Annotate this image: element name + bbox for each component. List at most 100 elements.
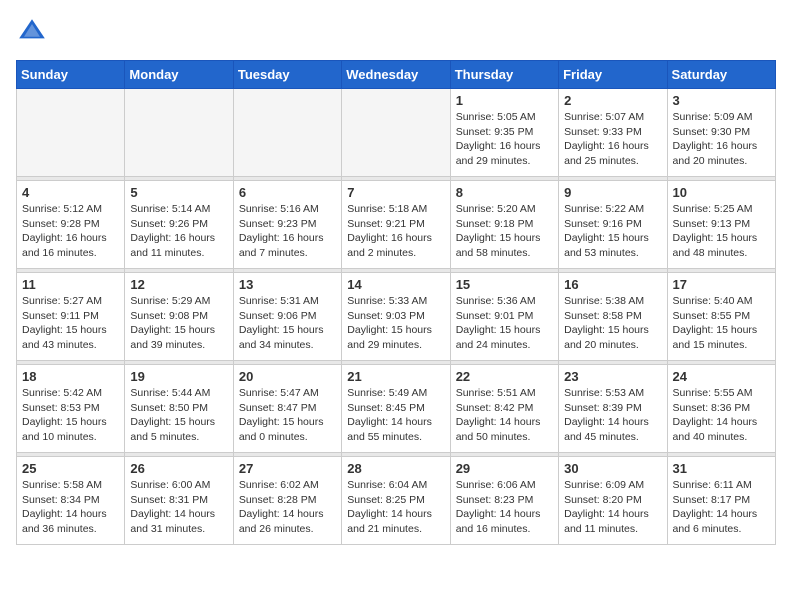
calendar-cell: 31Sunrise: 6:11 AM Sunset: 8:17 PM Dayli… [667, 457, 775, 545]
day-info: Sunrise: 6:04 AM Sunset: 8:25 PM Dayligh… [347, 478, 444, 537]
page-header [16, 16, 776, 48]
day-info: Sunrise: 5:33 AM Sunset: 9:03 PM Dayligh… [347, 294, 444, 353]
calendar-week-row: 4 Sunrise: 5:12 AM Sunset: 9:28 PM Daylig… [17, 181, 776, 269]
logo-icon [16, 16, 48, 48]
day-number: 19 [130, 369, 227, 384]
day-info: Sunrise: 5:05 AM Sunset: 9:35 PM Dayligh… [456, 110, 553, 169]
calendar-cell: 11 Sunrise: 5:27 AM Sunset: 9:11 PM Dayli… [17, 273, 125, 361]
weekday-header-sunday: Sunday [17, 61, 125, 89]
day-number: 7 [347, 185, 444, 200]
day-number: 4 [22, 185, 119, 200]
day-info: Sunrise: 5:20 AM Sunset: 9:18 PM Dayligh… [456, 202, 553, 261]
day-info: Sunrise: 5:49 AM Sunset: 8:45 PM Dayligh… [347, 386, 444, 445]
day-number: 15 [456, 277, 553, 292]
day-number: 23 [564, 369, 661, 384]
calendar-cell: 7 Sunrise: 5:18 AM Sunset: 9:21 PM Daylig… [342, 181, 450, 269]
logo [16, 16, 52, 48]
day-number: 14 [347, 277, 444, 292]
day-number: 11 [22, 277, 119, 292]
day-info: Sunrise: 5:36 AM Sunset: 9:01 PM Dayligh… [456, 294, 553, 353]
day-info: Sunrise: 5:16 AM Sunset: 9:23 PM Dayligh… [239, 202, 336, 261]
day-info: Sunrise: 5:55 AM Sunset: 8:36 PM Dayligh… [673, 386, 770, 445]
weekday-header-monday: Monday [125, 61, 233, 89]
weekday-header-friday: Friday [559, 61, 667, 89]
calendar-cell: 14 Sunrise: 5:33 AM Sunset: 9:03 PM Dayli… [342, 273, 450, 361]
calendar-cell: 5 Sunrise: 5:14 AM Sunset: 9:26 PM Daylig… [125, 181, 233, 269]
day-number: 5 [130, 185, 227, 200]
day-info: Sunrise: 5:42 AM Sunset: 8:53 PM Dayligh… [22, 386, 119, 445]
day-info: Sunrise: 6:11 AM Sunset: 8:17 PM Dayligh… [673, 478, 770, 537]
day-number: 20 [239, 369, 336, 384]
day-info: Sunrise: 5:22 AM Sunset: 9:16 PM Dayligh… [564, 202, 661, 261]
day-info: Sunrise: 6:06 AM Sunset: 8:23 PM Dayligh… [456, 478, 553, 537]
day-number: 27 [239, 461, 336, 476]
calendar-cell: 19 Sunrise: 5:44 AM Sunset: 8:50 PM Dayli… [125, 365, 233, 453]
calendar-week-row: 18Sunrise: 5:42 AM Sunset: 8:53 PM Dayli… [17, 365, 776, 453]
day-number: 28 [347, 461, 444, 476]
weekday-header-saturday: Saturday [667, 61, 775, 89]
day-info: Sunrise: 5:12 AM Sunset: 9:28 PM Dayligh… [22, 202, 119, 261]
day-info: Sunrise: 6:02 AM Sunset: 8:28 PM Dayligh… [239, 478, 336, 537]
day-info: Sunrise: 5:25 AM Sunset: 9:13 PM Dayligh… [673, 202, 770, 261]
calendar-cell: 8 Sunrise: 5:20 AM Sunset: 9:18 PM Daylig… [450, 181, 558, 269]
day-number: 26 [130, 461, 227, 476]
day-info: Sunrise: 5:18 AM Sunset: 9:21 PM Dayligh… [347, 202, 444, 261]
day-info: Sunrise: 5:07 AM Sunset: 9:33 PM Dayligh… [564, 110, 661, 169]
day-info: Sunrise: 6:09 AM Sunset: 8:20 PM Dayligh… [564, 478, 661, 537]
day-number: 25 [22, 461, 119, 476]
day-info: Sunrise: 5:53 AM Sunset: 8:39 PM Dayligh… [564, 386, 661, 445]
day-info: Sunrise: 5:47 AM Sunset: 8:47 PM Dayligh… [239, 386, 336, 445]
day-number: 21 [347, 369, 444, 384]
day-info: Sunrise: 5:29 AM Sunset: 9:08 PM Dayligh… [130, 294, 227, 353]
calendar-cell: 30 Sunrise: 6:09 AM Sunset: 8:20 PM Dayli… [559, 457, 667, 545]
day-info: Sunrise: 5:58 AM Sunset: 8:34 PM Dayligh… [22, 478, 119, 537]
day-number: 29 [456, 461, 553, 476]
day-info: Sunrise: 5:44 AM Sunset: 8:50 PM Dayligh… [130, 386, 227, 445]
calendar-cell: 29 Sunrise: 6:06 AM Sunset: 8:23 PM Dayli… [450, 457, 558, 545]
day-info: Sunrise: 6:00 AM Sunset: 8:31 PM Dayligh… [130, 478, 227, 537]
day-info: Sunrise: 5:40 AM Sunset: 8:55 PM Dayligh… [673, 294, 770, 353]
day-number: 8 [456, 185, 553, 200]
calendar-cell: 27 Sunrise: 6:02 AM Sunset: 8:28 PM Dayli… [233, 457, 341, 545]
calendar-cell: 12 Sunrise: 5:29 AM Sunset: 9:08 PM Dayli… [125, 273, 233, 361]
day-number: 13 [239, 277, 336, 292]
day-number: 10 [673, 185, 770, 200]
calendar-cell: 10 Sunrise: 5:25 AM Sunset: 9:13 PM Dayli… [667, 181, 775, 269]
day-number: 24 [673, 369, 770, 384]
weekday-header-wednesday: Wednesday [342, 61, 450, 89]
day-number: 22 [456, 369, 553, 384]
day-info: Sunrise: 5:51 AM Sunset: 8:42 PM Dayligh… [456, 386, 553, 445]
calendar-cell: 24 Sunrise: 5:55 AM Sunset: 8:36 PM Dayli… [667, 365, 775, 453]
calendar-cell: 20 Sunrise: 5:47 AM Sunset: 8:47 PM Dayli… [233, 365, 341, 453]
calendar-cell: 3Sunrise: 5:09 AM Sunset: 9:30 PM Daylig… [667, 89, 775, 177]
calendar-cell: 15 Sunrise: 5:36 AM Sunset: 9:01 PM Dayli… [450, 273, 558, 361]
calendar-cell: 22 Sunrise: 5:51 AM Sunset: 8:42 PM Dayli… [450, 365, 558, 453]
day-info: Sunrise: 5:27 AM Sunset: 9:11 PM Dayligh… [22, 294, 119, 353]
day-number: 16 [564, 277, 661, 292]
day-info: Sunrise: 5:14 AM Sunset: 9:26 PM Dayligh… [130, 202, 227, 261]
calendar-cell: 6 Sunrise: 5:16 AM Sunset: 9:23 PM Daylig… [233, 181, 341, 269]
calendar-header-row: SundayMondayTuesdayWednesdayThursdayFrid… [17, 61, 776, 89]
weekday-header-thursday: Thursday [450, 61, 558, 89]
day-info: Sunrise: 5:31 AM Sunset: 9:06 PM Dayligh… [239, 294, 336, 353]
calendar-cell: 28 Sunrise: 6:04 AM Sunset: 8:25 PM Dayli… [342, 457, 450, 545]
calendar-week-row: 11 Sunrise: 5:27 AM Sunset: 9:11 PM Dayli… [17, 273, 776, 361]
day-number: 12 [130, 277, 227, 292]
calendar-cell: 2 Sunrise: 5:07 AM Sunset: 9:33 PM Daylig… [559, 89, 667, 177]
calendar-cell: 23 Sunrise: 5:53 AM Sunset: 8:39 PM Dayli… [559, 365, 667, 453]
day-number: 17 [673, 277, 770, 292]
day-number: 2 [564, 93, 661, 108]
day-info: Sunrise: 5:09 AM Sunset: 9:30 PM Dayligh… [673, 110, 770, 169]
day-info: Sunrise: 5:38 AM Sunset: 8:58 PM Dayligh… [564, 294, 661, 353]
calendar-cell: 4 Sunrise: 5:12 AM Sunset: 9:28 PM Daylig… [17, 181, 125, 269]
day-number: 9 [564, 185, 661, 200]
calendar-table: SundayMondayTuesdayWednesdayThursdayFrid… [16, 60, 776, 545]
calendar-cell [125, 89, 233, 177]
calendar-cell: 1Sunrise: 5:05 AM Sunset: 9:35 PM Daylig… [450, 89, 558, 177]
weekday-header-tuesday: Tuesday [233, 61, 341, 89]
day-number: 30 [564, 461, 661, 476]
calendar-cell: 16 Sunrise: 5:38 AM Sunset: 8:58 PM Dayli… [559, 273, 667, 361]
calendar-week-row: 25 Sunrise: 5:58 AM Sunset: 8:34 PM Dayli… [17, 457, 776, 545]
day-number: 6 [239, 185, 336, 200]
calendar-cell [17, 89, 125, 177]
